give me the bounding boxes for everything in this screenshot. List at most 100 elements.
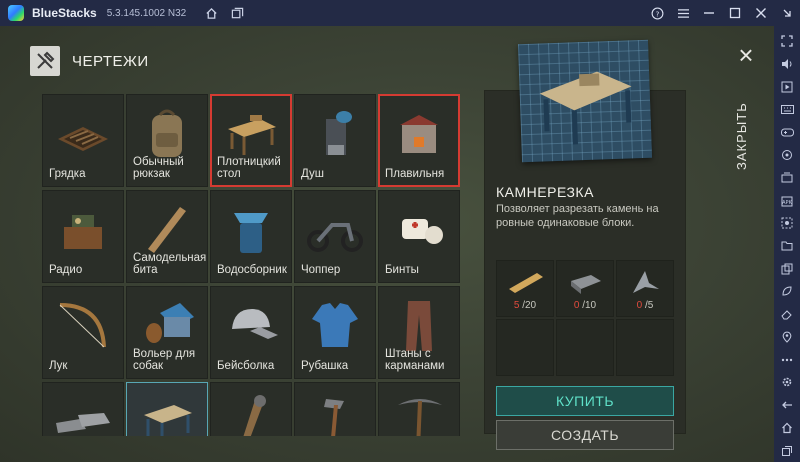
stonecutter-blueprint-icon [517,39,653,163]
create-button[interactable]: СОЗДАТЬ [496,420,674,450]
grid-item-label: Самодельная бита [133,252,207,276]
rotate-icon[interactable] [777,144,797,167]
item-description: Позволяет разрезать камень на ровные оди… [496,203,659,229]
item-name: КАМНЕРЕЗКА [496,184,594,200]
grid-item-dog-kennel[interactable]: Вольер для собак [126,286,208,379]
svg-text:APK: APK [782,200,792,206]
close-icon[interactable]: × [734,42,758,68]
volume-icon[interactable] [777,53,797,76]
folder-icon[interactable] [777,235,797,258]
buy-button[interactable]: КУПИТЬ [496,386,674,416]
media-manager-icon[interactable] [777,75,797,98]
minimize-icon[interactable] [696,0,722,26]
help-icon[interactable]: ? [644,0,670,26]
recent-apps-icon[interactable] [777,439,797,462]
menu-icon[interactable] [670,0,696,26]
radio-icon [64,215,102,249]
resource-need: /10 [582,300,597,311]
grid-item-label: Плотницкий стол [217,156,281,180]
grid-item-label: Грядка [49,168,86,180]
club-icon [243,395,266,436]
resource-need: /20 [522,300,537,311]
apk-install-icon[interactable]: APK [777,189,797,212]
backpack-icon [152,109,182,157]
grid-item-bow[interactable]: Лук [42,286,124,379]
grid-item-label: Бинты [385,264,419,276]
grid-item-carpentry-table[interactable]: Плотницкий стол [210,94,292,187]
grid-item-label: Лук [49,360,68,372]
blueprints-header: ЧЕРТЕЖИ [30,46,149,76]
screenshot-icon[interactable] [777,212,797,235]
fullscreen-icon[interactable] [777,30,797,53]
resource-slot-empty [556,319,614,376]
location-icon[interactable] [777,326,797,349]
svg-text:?: ? [655,9,659,18]
grid-item-pants[interactable]: Штаны с карманами [378,286,460,379]
grid-item-label: Бейсболка [217,360,275,372]
grid-item-smelter[interactable]: Плавильня [378,94,460,187]
smelter-icon [400,115,438,153]
grid-item-pickaxe[interactable] [378,382,460,436]
resource-have: 5 [513,300,520,311]
stonecutter-icon [144,405,192,436]
metal-parts-icon [633,271,659,293]
macro-icon[interactable] [777,166,797,189]
app-version: 5.3.145.1002 N32 [106,7,187,19]
app-name: BlueStacks [32,6,97,20]
grid-item-chopper[interactable]: Чоппер [294,190,376,283]
pants-icon [406,301,432,351]
grid-item-label: Радио [49,264,83,276]
settings-icon[interactable] [777,371,797,394]
grid-item-bat[interactable]: Самодельная бита [126,190,208,283]
expand-sidebar-icon[interactable] [774,0,800,26]
grid-item-bandage[interactable]: Бинты [378,190,460,283]
grid-item-label: Водосборник [217,264,287,276]
grid-item-backpack[interactable]: Обычный рюкзак [126,94,208,187]
close-window-icon[interactable] [748,0,774,26]
gamepad-icon[interactable] [777,121,797,144]
grid-item-water-collector[interactable]: Водосборник [210,190,292,283]
game-screen: ЧЕРТЕЖИ × ЗАКРЫТЬ Грядка Обычный рюкзак … [0,26,774,462]
sneakers-icon [56,413,110,433]
iron-ingot-icon [571,275,601,294]
bluestacks-sidebar: APK [774,26,800,462]
home-icon[interactable] [198,0,224,26]
grid-item-shower[interactable]: Душ [294,94,376,187]
back-icon[interactable] [777,394,797,417]
resource-have: 0 [636,300,643,311]
garden-bed-icon [58,127,108,151]
android-home-icon[interactable] [777,416,797,439]
bluestacks-logo-icon [8,5,24,21]
resource-count: 0 /10 [557,300,613,311]
bat-icon [148,207,186,253]
bow-icon [59,303,106,348]
maximize-icon[interactable] [722,0,748,26]
grid-item-cap[interactable]: Бейсболка [210,286,292,379]
carpentry-table-icon [228,115,276,155]
resource-slot-empty [496,319,554,376]
grid-item-label: Обычный рюкзак [133,156,184,180]
more-icon[interactable] [777,348,797,371]
blueprint-grid: Грядка Обычный рюкзак Плотницкий стол Ду… [42,94,462,436]
resource-slot: 5 /20 [496,260,554,317]
grid-item-sneakers[interactable] [42,382,124,436]
eco-mode-icon[interactable] [777,280,797,303]
grid-item-club[interactable] [210,382,292,436]
close-label[interactable]: ЗАКРЫТЬ [734,86,758,186]
grid-item-label: Чоппер [301,264,341,276]
grid-item-label: Рубашка [301,360,349,372]
multi-instance-icon[interactable] [224,0,250,26]
grid-item-hammer[interactable] [294,382,376,436]
water-collector-icon [234,213,268,253]
grid-item-stonecutter[interactable] [126,382,208,436]
multi-window-icon[interactable] [777,257,797,280]
grid-item-radio[interactable]: Радио [42,190,124,283]
resource-count: 5 /20 [497,300,553,311]
grid-item-shirt[interactable]: Рубашка [294,286,376,379]
keyboard-icon[interactable] [777,98,797,121]
erase-icon[interactable] [777,303,797,326]
grid-item-garden-bed[interactable]: Грядка [42,94,124,187]
resource-count: 0 /5 [617,300,673,311]
grid-item-label: Душ [301,168,325,180]
resource-slot: 0 /5 [616,260,674,317]
